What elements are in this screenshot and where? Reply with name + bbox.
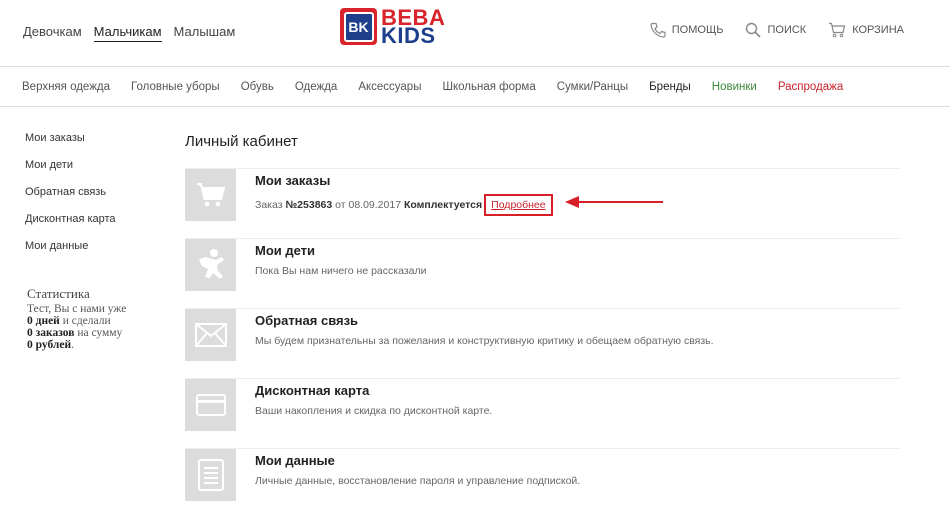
logo[interactable]: BK BEBA KIDS [340, 6, 445, 48]
orders-label: заказов [35, 327, 75, 339]
section-title-feedback[interactable]: Обратная связь [255, 313, 358, 328]
order-summary: Заказ №253863 от 08.09.2017 Комплектуетс… [255, 194, 553, 216]
logo-badge-text: BK [343, 11, 374, 42]
sidebar-item-feedback[interactable]: Обратная связь [25, 185, 165, 212]
section-divider [185, 448, 900, 449]
order-details-link[interactable]: Подробнее [491, 199, 545, 211]
order-number: №253863 [285, 199, 333, 211]
cart-label: КОРЗИНА [852, 24, 904, 36]
section-desc-children: Пока Вы нам ничего не рассказали [255, 265, 427, 277]
child-icon[interactable] [185, 239, 236, 291]
section-orders: Мои заказы Заказ №253863 от 08.09.2017 К… [185, 168, 900, 224]
statistics-orders: 0 заказов на сумму [27, 327, 177, 339]
phone-icon [650, 22, 666, 38]
category-sale[interactable]: Распродажа [778, 81, 843, 93]
category-nav: Верхняя одежда Головные уборы Обувь Одеж… [0, 66, 950, 107]
details-highlight-box: Подробнее [484, 194, 553, 216]
statistics-sum: 0 рублей. [27, 339, 177, 351]
sidebar-item-discount-card[interactable]: Дисконтная карта [25, 212, 165, 239]
rub-value: 0 [27, 339, 33, 351]
cart-icon [828, 22, 846, 38]
section-desc-discount-card: Ваши накопления и скидка по дисконтной к… [255, 405, 493, 417]
gender-nav: Девочкам Мальчикам Малышам [23, 24, 235, 42]
rub-suffix: . [71, 339, 74, 351]
search-button[interactable]: ПОИСК [745, 22, 806, 38]
nav-babies[interactable]: Малышам [174, 24, 236, 42]
category-accessories[interactable]: Аксессуары [358, 81, 421, 93]
statistics-intro: Тест, Вы с нами уже [27, 303, 127, 315]
header: Девочкам Мальчикам Малышам BK BEBA KIDS … [0, 0, 950, 66]
section-divider [185, 238, 900, 239]
section-title-children[interactable]: Мои дети [255, 243, 315, 258]
sidebar-item-children[interactable]: Мои дети [25, 158, 165, 185]
nav-boys[interactable]: Мальчикам [93, 24, 162, 42]
category-brands[interactable]: Бренды [649, 81, 691, 93]
sidebar-item-orders[interactable]: Мои заказы [25, 131, 165, 158]
account-sidebar: Мои заказы Мои дети Обратная связь Диско… [25, 131, 165, 266]
cart-button[interactable]: КОРЗИНА [828, 22, 904, 38]
nav-girls[interactable]: Девочкам [23, 24, 82, 42]
days-value: 0 [27, 315, 33, 327]
section-divider [185, 168, 900, 169]
order-prefix: Заказ [255, 199, 283, 211]
orders-value: 0 [27, 327, 33, 339]
card-icon[interactable] [185, 379, 236, 431]
statistics-days: 0 дней и сделали [27, 315, 177, 327]
order-date: от 08.09.2017 [335, 199, 402, 211]
logo-text: BEBA KIDS [381, 6, 445, 48]
search-icon [745, 22, 762, 38]
days-label: дней [35, 315, 60, 327]
section-divider [185, 308, 900, 309]
utility-nav: ПОМОЩЬ ПОИСК КОРЗИНА [650, 22, 904, 38]
envelope-icon[interactable] [185, 309, 236, 361]
statistics-title: Статистика [27, 286, 90, 301]
statistics-block: Статистика Тест, Вы с нами уже 0 дней и … [27, 286, 177, 351]
days-suffix: и сделали [62, 315, 111, 327]
page-title: Личный кабинет [185, 133, 298, 150]
cart-icon[interactable] [185, 169, 236, 221]
section-desc-my-data: Личные данные, восстановление пароля и у… [255, 475, 581, 487]
section-my-data: Мои данные Личные данные, восстановление… [185, 448, 900, 504]
section-title-discount-card[interactable]: Дисконтная карта [255, 383, 369, 398]
sidebar-item-my-data[interactable]: Мои данные [25, 239, 165, 266]
rub-label: рублей [35, 339, 72, 351]
section-title-orders[interactable]: Мои заказы [255, 173, 330, 188]
category-outerwear[interactable]: Верхняя одежда [22, 81, 110, 93]
help-button[interactable]: ПОМОЩЬ [650, 22, 724, 38]
document-icon[interactable] [185, 449, 236, 501]
category-shoes[interactable]: Обувь [241, 81, 274, 93]
category-bags[interactable]: Сумки/Ранцы [557, 81, 628, 93]
category-school-uniform[interactable]: Школьная форма [442, 81, 535, 93]
logo-badge: BK [340, 8, 377, 45]
section-desc-feedback: Мы будем признательны за пожелания и кон… [255, 335, 714, 347]
search-label: ПОИСК [767, 24, 807, 36]
section-title-my-data[interactable]: Мои данные [255, 453, 335, 468]
section-feedback: Обратная связь Мы будем признательны за … [185, 308, 900, 364]
annotation-arrow [565, 196, 663, 208]
category-clothing[interactable]: Одежда [295, 81, 337, 93]
category-new[interactable]: Новинки [712, 81, 757, 93]
orders-suffix: на сумму [77, 327, 123, 339]
help-label: ПОМОЩЬ [671, 24, 724, 36]
category-headwear[interactable]: Головные уборы [131, 81, 220, 93]
section-divider [185, 378, 900, 379]
order-status: Комплектуется [403, 199, 483, 211]
logo-line-2: KIDS [381, 22, 436, 48]
section-discount-card: Дисконтная карта Ваши накопления и скидк… [185, 378, 900, 434]
section-children: Мои дети Пока Вы нам ничего не рассказал… [185, 238, 900, 294]
